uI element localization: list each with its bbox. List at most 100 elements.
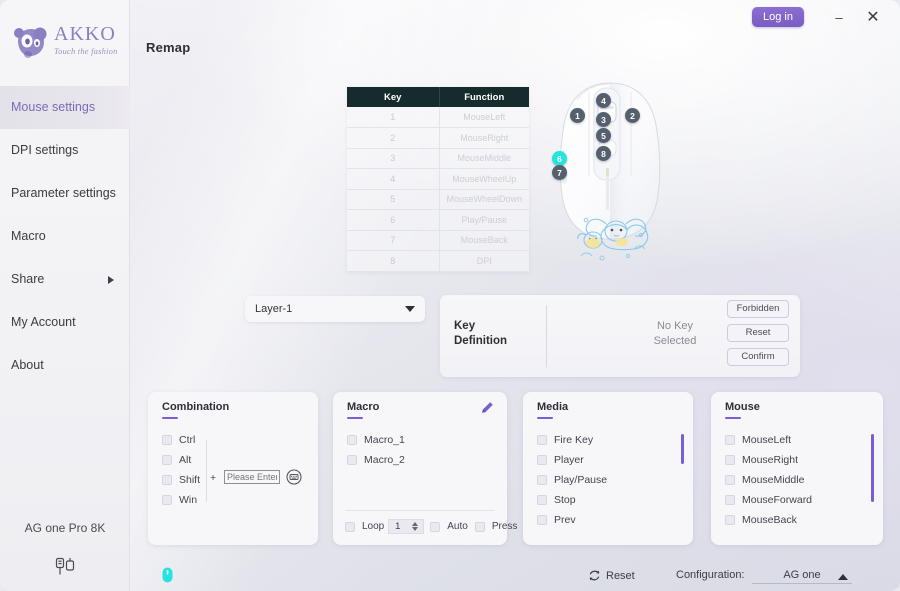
mouse-marker-7[interactable]: 7 — [552, 165, 567, 180]
mouse-item-checkbox[interactable] — [725, 475, 735, 485]
mouse-marker-2[interactable]: 2 — [625, 108, 640, 123]
sidebar-item-macro[interactable]: Macro — [0, 215, 130, 258]
modifier-row[interactable]: Alt — [162, 454, 191, 466]
mouse-marker-3[interactable]: 3 — [596, 112, 611, 127]
forbidden-button[interactable]: Forbidden — [727, 300, 789, 318]
mouse-marker-6[interactable]: 6 — [552, 151, 567, 166]
table-row[interactable]: 3 MouseMiddle — [347, 148, 529, 169]
table-row[interactable]: 4 MouseWheelUp — [347, 168, 529, 190]
virtual-keyboard-icon[interactable] — [286, 469, 302, 485]
sidebar-item-my-account[interactable]: My Account — [0, 301, 130, 344]
mouse-item-row[interactable]: MouseBack — [725, 514, 797, 526]
modifier-label: Alt — [179, 454, 192, 466]
function-cell: MouseRight — [439, 127, 529, 149]
divider — [345, 510, 495, 511]
mouse-item-row[interactable]: MouseRight — [725, 454, 798, 466]
sidebar-item-mouse-settings[interactable]: Mouse settings — [0, 86, 130, 129]
chevron-right-icon — [108, 275, 114, 284]
media-item-checkbox[interactable] — [537, 455, 547, 465]
mouse-marker-8[interactable]: 8 — [596, 146, 611, 161]
sidebar-item-share[interactable]: Share — [0, 258, 130, 301]
app-window: AKKO Touch the fashion Mouse settings DPI… — [0, 0, 900, 591]
modifier-checkbox[interactable] — [162, 495, 172, 505]
mouse-item-label: MouseBack — [742, 514, 797, 526]
mouse-item-row[interactable]: MouseMiddle — [725, 474, 804, 486]
reset-button[interactable]: Reset — [588, 569, 635, 582]
layer-select-value: Layer-1 — [255, 303, 293, 315]
macro-item-checkbox[interactable] — [347, 455, 357, 465]
layer-select[interactable]: Layer-1 — [245, 296, 425, 322]
title-bar: Log in – ✕ — [752, 0, 900, 34]
media-item-row[interactable]: Stop — [537, 494, 576, 506]
refresh-icon — [589, 570, 600, 581]
sidebar-item-label: DPI settings — [11, 143, 79, 157]
table-row[interactable]: 5 MouseWheelDown — [347, 189, 529, 210]
chevron-down-icon[interactable] — [411, 527, 418, 532]
sidebar-item-label: Share — [11, 272, 45, 286]
macro-item-checkbox[interactable] — [347, 435, 357, 445]
media-item-checkbox[interactable] — [537, 495, 547, 505]
mouse-item-row[interactable]: MouseForward — [725, 494, 812, 506]
table-row[interactable]: 8 DPI — [347, 250, 529, 272]
modifier-checkbox[interactable] — [162, 435, 172, 445]
media-item-row[interactable]: Play/Pause — [537, 474, 607, 486]
media-item-row[interactable]: Fire Key — [537, 434, 593, 446]
mouse-marker-4[interactable]: 4 — [596, 93, 611, 108]
sidebar-item-parameter-settings[interactable]: Parameter settings — [0, 172, 130, 215]
combination-key-input[interactable] — [224, 470, 280, 484]
modifier-label: Ctrl — [179, 434, 196, 446]
mouse-item-row[interactable]: MouseLeft — [725, 434, 791, 446]
modifier-checkbox[interactable] — [162, 455, 172, 465]
mouse-marker-1[interactable]: 1 — [570, 108, 585, 123]
edit-pencil-icon[interactable] — [480, 401, 494, 415]
sidebar: AKKO Touch the fashion Mouse settings DPI… — [0, 0, 130, 591]
media-item-checkbox[interactable] — [537, 515, 547, 525]
modifier-row[interactable]: Win — [162, 494, 197, 506]
press-checkbox[interactable] — [474, 521, 485, 532]
modifier-label: Shift — [179, 474, 201, 486]
media-item-checkbox[interactable] — [537, 435, 547, 445]
table-row[interactable]: 1 MouseLeft — [347, 107, 529, 128]
sidebar-item-dpi-settings[interactable]: DPI settings — [0, 129, 130, 172]
table-header-row: Key Function — [347, 87, 529, 107]
chevron-up-icon[interactable] — [838, 574, 848, 580]
mouse-item-checkbox[interactable] — [725, 495, 735, 505]
media-item-checkbox[interactable] — [537, 475, 547, 485]
mouse-item-checkbox[interactable] — [725, 515, 735, 525]
macro-item-row[interactable]: Macro_1 — [347, 434, 405, 446]
table-row[interactable]: 6 Play/Pause — [347, 209, 529, 231]
loop-count-stepper[interactable]: 1 — [388, 519, 425, 534]
media-item-row[interactable]: Player — [537, 454, 584, 466]
loop-checkbox[interactable] — [345, 521, 355, 532]
table-row[interactable]: 2 MouseRight — [347, 127, 529, 149]
table-row[interactable]: 7 MouseBack — [347, 230, 529, 251]
sidebar-item-about[interactable]: About — [0, 344, 130, 387]
key-cell: 2 — [347, 127, 440, 149]
stepper-arrows[interactable] — [406, 521, 423, 532]
auto-checkbox[interactable] — [430, 521, 441, 532]
modifier-checkbox[interactable] — [162, 475, 172, 485]
macro-item-row[interactable]: Macro_2 — [347, 454, 405, 466]
media-item-row[interactable]: Prev — [537, 514, 576, 526]
chevron-up-icon[interactable] — [411, 521, 418, 526]
modifier-row[interactable]: Ctrl — [162, 434, 195, 446]
mouse-item-checkbox[interactable] — [725, 435, 735, 445]
mouse-item-checkbox[interactable] — [725, 455, 735, 465]
reset-key-button[interactable]: Reset — [727, 324, 789, 342]
key-cell: 8 — [347, 250, 440, 272]
mouse-marker-5[interactable]: 5 — [596, 128, 611, 143]
login-button[interactable]: Log in — [752, 7, 804, 27]
mouse-illustration — [559, 82, 661, 261]
configuration-value[interactable]: AG one — [752, 569, 852, 584]
confirm-button[interactable]: Confirm — [727, 348, 789, 366]
table-header-function: Function — [439, 87, 529, 107]
mouse-scrollbar[interactable] — [871, 434, 874, 502]
key-cell: 4 — [347, 168, 440, 190]
mouse-item-label: MouseRight — [742, 454, 799, 466]
minimize-button[interactable]: – — [826, 4, 852, 30]
media-scrollbar[interactable] — [681, 434, 684, 464]
modifier-row[interactable]: Shift — [162, 474, 200, 486]
close-button[interactable]: ✕ — [860, 4, 886, 30]
page-title: Remap — [146, 40, 191, 55]
brand-logo: AKKO Touch the fashion — [10, 22, 122, 68]
